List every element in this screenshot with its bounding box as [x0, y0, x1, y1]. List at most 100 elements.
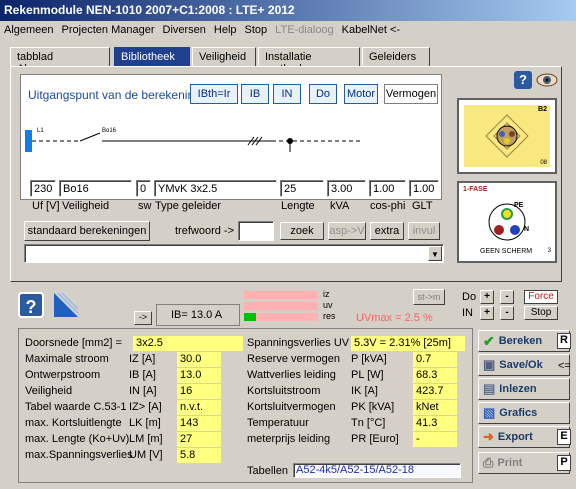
result-symbol: Tn [°C]: [351, 417, 386, 429]
uv-result-label: Spanningsverlies UV =: [247, 337, 359, 349]
menu-projecten-manager[interactable]: Projecten Manager: [58, 21, 159, 41]
result-symbol: IB [A]: [129, 369, 156, 381]
in-button[interactable]: IN: [273, 84, 301, 104]
glt-input[interactable]: 1.00: [409, 180, 439, 197]
result-label: Wattverlies leiding: [247, 369, 336, 381]
pe-label: PE: [514, 202, 524, 209]
prism-icon[interactable]: [52, 291, 80, 319]
result-value: 143: [177, 415, 221, 431]
bo16-diagram-label: Bo16: [102, 128, 117, 134]
kva-label: kVA: [330, 200, 350, 212]
result-row: max.Spanningsverlies UM [V] 5.8: [25, 447, 251, 463]
chevron-down-icon[interactable]: ▼: [428, 246, 442, 261]
calculation-dropdown[interactable]: [24, 244, 444, 263]
safety-input[interactable]: Bo16: [59, 180, 132, 197]
kva-input[interactable]: 3.00: [327, 180, 366, 197]
asp-button[interactable]: asp->V: [328, 222, 366, 240]
do-minus-button[interactable]: -: [500, 290, 514, 304]
in-label: IN: [462, 307, 473, 319]
result-value: 13.0: [177, 367, 221, 383]
menu-bar: Algemeen Projecten Manager Diversen Help…: [0, 21, 576, 41]
tab-geleiders[interactable]: Geleiders: [362, 47, 430, 67]
result-symbol: LK [m]: [129, 417, 161, 429]
cable-cross-section[interactable]: B2 08: [457, 98, 557, 174]
keyword-label: trefwoord ->: [175, 225, 234, 237]
vermogen-button[interactable]: Vermogen: [384, 84, 438, 104]
tab-bibliotheek[interactable]: Bibliotheek: [114, 47, 190, 67]
e-button[interactable]: E: [557, 429, 571, 445]
result-label: Kortsluitstroom: [247, 385, 321, 397]
result-row: Temperatuur Tn [°C] 41.3: [247, 415, 473, 431]
help-button-icon[interactable]: ?: [18, 292, 44, 318]
l1-label: L1: [37, 128, 44, 134]
menu-algemeen[interactable]: Algemeen: [0, 21, 58, 41]
uvmax-label: UVmax = 2.5 %: [356, 312, 433, 324]
uv-bar: [244, 302, 318, 310]
result-value: 41.3: [413, 415, 457, 431]
back-arrow-label: <=: [558, 360, 571, 372]
result-label: meterprijs leiding: [247, 433, 331, 445]
save-icon: ▣: [483, 357, 496, 372]
veiligheid-label: Veiligheid: [62, 200, 110, 212]
ib-display: IB= 13.0 A: [156, 304, 240, 326]
in-plus-button[interactable]: +: [480, 306, 494, 320]
st-m-button[interactable]: st->m: [413, 289, 445, 305]
result-value: kNet: [413, 399, 457, 415]
r-button[interactable]: R: [557, 333, 571, 349]
length-input[interactable]: 25: [280, 180, 324, 197]
save-button[interactable]: ▣ Save/Ok: [478, 354, 570, 376]
tab-algemeen[interactable]: tabblad Algemeen: [10, 47, 110, 75]
menu-lte-dialoog[interactable]: LTE-dialoog: [271, 21, 338, 41]
result-symbol: LM [m]: [129, 433, 163, 445]
result-label: Doorsnede [mm2] =: [25, 337, 122, 349]
eye-icon[interactable]: [536, 69, 558, 89]
invul-button[interactable]: invul: [408, 222, 440, 240]
cosphi-input[interactable]: 1.00: [369, 180, 406, 197]
result-label: Veiligheid: [25, 385, 73, 397]
force-button[interactable]: Force: [524, 290, 558, 304]
menu-kabelnet[interactable]: KabelNet <-: [338, 21, 404, 41]
menu-diversen[interactable]: Diversen: [159, 21, 210, 41]
arrow-button[interactable]: ->: [134, 311, 152, 325]
p-button[interactable]: P: [557, 455, 571, 471]
voltage-input[interactable]: 230: [30, 180, 56, 197]
print-label: Print: [497, 457, 523, 469]
uf-label: Uf [V]: [32, 200, 60, 212]
menu-stop[interactable]: Stop: [241, 21, 272, 41]
tab-veiligheid[interactable]: Veiligheid: [192, 47, 256, 67]
stop-button[interactable]: Stop: [524, 306, 558, 320]
results-panel: Doorsnede [mm2] = 3x2.5 Maximale stroom IZ …: [18, 328, 473, 483]
type-label: Type geleider: [155, 200, 222, 212]
zoek-button[interactable]: zoek: [280, 222, 324, 240]
cable-type-input[interactable]: YMvK 3x2.5: [154, 180, 277, 197]
tab-installatie-methode[interactable]: Installatie methode: [258, 47, 360, 75]
sw-input[interactable]: 0: [136, 180, 151, 197]
in-minus-button[interactable]: -: [500, 306, 514, 320]
grafics-label: Grafics: [499, 407, 538, 419]
result-row: meterprijs leiding PR [Euro] -: [247, 431, 473, 447]
keyword-input[interactable]: [238, 221, 274, 241]
cosphi-label: cos-phi: [370, 200, 406, 212]
help-icon[interactable]: ?: [514, 71, 532, 89]
ib-button[interactable]: IB: [241, 84, 269, 104]
tabellen-value[interactable]: A52-4k5/A52-15/A52-18: [293, 463, 461, 478]
result-value: n.v.t.: [177, 399, 221, 415]
result-row: Kortsluitstroom IK [A] 423.7: [247, 383, 473, 399]
inlezen-button[interactable]: ▤ Inlezen: [478, 378, 570, 400]
do-button[interactable]: Do: [309, 84, 337, 104]
standard-calculations-button[interactable]: standaard berekeningen: [24, 221, 150, 241]
menu-help[interactable]: Help: [210, 21, 241, 41]
uv-result-value: 5.3V = 2.31% [25m]: [351, 335, 465, 351]
ibth-button[interactable]: IBth=Ir: [190, 84, 238, 104]
grafics-button[interactable]: ▧ Grafics: [478, 402, 570, 424]
result-symbol: IK [A]: [351, 385, 378, 397]
extra-button[interactable]: extra: [370, 222, 404, 240]
result-label: max. Lengte (Ko+Uv): [25, 433, 130, 445]
do-plus-button[interactable]: +: [480, 290, 494, 304]
inlezen-label: Inlezen: [499, 383, 537, 395]
motor-button[interactable]: Motor: [344, 84, 378, 104]
result-label: Temperatuur: [247, 417, 309, 429]
export-label: Export: [497, 431, 533, 443]
result-label: max. Kortsluitlengte: [25, 417, 122, 429]
result-symbol: PR [Euro]: [351, 433, 399, 445]
